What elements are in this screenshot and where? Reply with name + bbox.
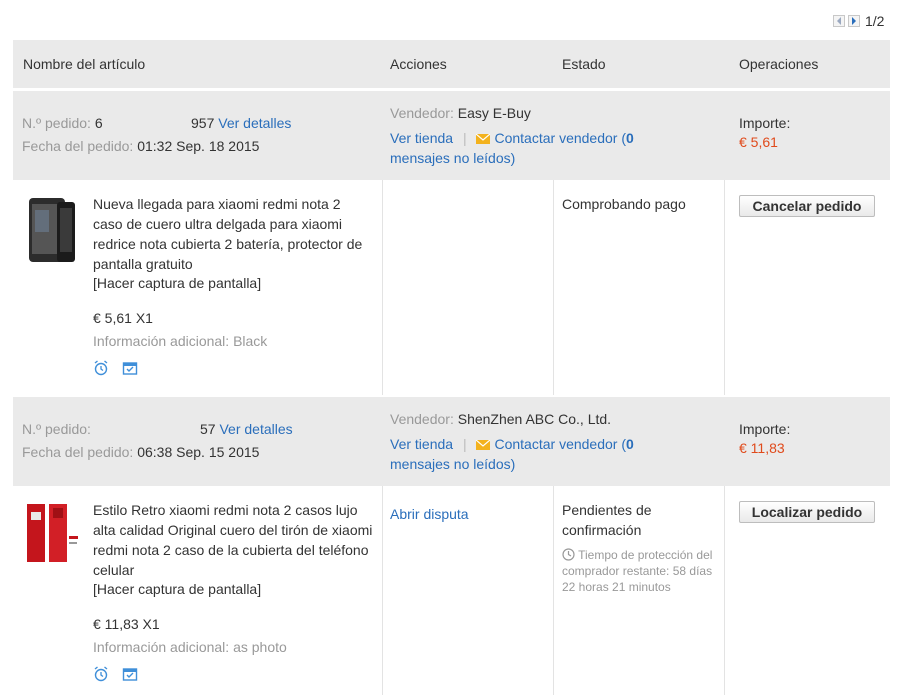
separator: | <box>462 130 467 146</box>
amount-label: Importe: <box>739 115 791 131</box>
amount-value: € 5,61 <box>739 134 778 150</box>
open-dispute-link[interactable]: Abrir disputa <box>390 506 469 522</box>
calendar-icon[interactable] <box>122 666 138 682</box>
item-price: € 11,83 X1 <box>93 616 160 632</box>
table-header: Nombre del artículo Acciones Estado Oper… <box>13 40 890 88</box>
product-title[interactable]: Nueva llegada para xiaomi redmi nota 2 c… <box>93 194 373 274</box>
unread-messages-link[interactable]: mensajes no leídos) <box>390 456 515 472</box>
pagination: 1/2 <box>833 12 884 30</box>
header-actions: Acciones <box>390 56 447 72</box>
alarm-clock-icon[interactable] <box>93 666 109 682</box>
order-header: N.º pedido: 6 957 Ver detalles Fecha del… <box>13 91 890 180</box>
alarm-clock-icon[interactable] <box>93 360 109 376</box>
order-status: Comprobando pago <box>562 196 686 212</box>
snapshot-link[interactable]: [Hacer captura de pantalla] <box>93 581 261 597</box>
view-store-link[interactable]: Ver tienda <box>390 130 453 146</box>
order-date-label: Fecha del pedido: <box>22 138 134 154</box>
seller-name: Easy E-Buy <box>457 105 531 121</box>
contact-seller-text: Contactar vendedor ( <box>494 130 627 146</box>
envelope-icon <box>476 134 491 144</box>
buyer-protection-time: Tiempo de protección del comprador resta… <box>562 548 713 594</box>
cancel-order-button[interactable]: Cancelar pedido <box>739 195 875 217</box>
calendar-icon[interactable] <box>122 360 138 376</box>
unread-messages-link[interactable]: mensajes no leídos) <box>390 150 515 166</box>
view-details-link[interactable]: Ver detalles <box>218 115 291 131</box>
order-item-row: Estilo Retro xiaomi redmi nota 2 casos l… <box>13 486 890 695</box>
order-number-start: 6 <box>94 115 103 131</box>
product-title[interactable]: Estilo Retro xiaomi redmi nota 2 casos l… <box>93 500 373 580</box>
header-name: Nombre del artículo <box>23 56 146 72</box>
unread-count: 0 <box>626 436 634 452</box>
header-status: Estado <box>562 56 606 72</box>
view-details-link[interactable]: Ver detalles <box>219 421 292 437</box>
seller-label: Vendedor: <box>390 411 454 427</box>
clock-icon <box>562 548 575 561</box>
order-date: 06:38 Sep. 15 2015 <box>137 444 260 460</box>
item-price: € 5,61 X1 <box>93 310 153 326</box>
seller-name: ShenZhen ABC Co., Ltd. <box>457 411 612 427</box>
separator: | <box>462 436 467 452</box>
order-number-end: 57 <box>200 421 216 437</box>
order-date: 01:32 Sep. 18 2015 <box>137 138 260 154</box>
order-number-label: N.º pedido: <box>22 421 91 437</box>
envelope-icon <box>476 440 491 450</box>
product-image[interactable] <box>25 502 79 568</box>
header-operations: Operaciones <box>739 56 819 72</box>
order-date-label: Fecha del pedido: <box>22 444 134 460</box>
view-store-link[interactable]: Ver tienda <box>390 436 453 452</box>
order-number-end: 957 <box>191 115 215 131</box>
snapshot-link[interactable]: [Hacer captura de pantalla] <box>93 275 261 291</box>
extra-info: Información adicional: as photo <box>93 639 287 655</box>
product-image[interactable] <box>27 196 77 266</box>
extra-info: Información adicional: Black <box>93 333 268 349</box>
seller-label: Vendedor: <box>390 105 454 121</box>
track-order-button[interactable]: Localizar pedido <box>739 501 875 523</box>
amount-label: Importe: <box>739 421 791 437</box>
contact-seller-link[interactable]: Contactar vendedor (0 <box>494 436 633 452</box>
amount-value: € 11,83 <box>739 440 785 456</box>
chevron-right-icon[interactable] <box>848 15 860 27</box>
order-number-label: N.º pedido: <box>22 115 91 131</box>
order-header: N.º pedido: 57 Ver detalles Fecha del pe… <box>13 397 890 486</box>
chevron-left-icon[interactable] <box>833 15 845 27</box>
page-indicator: 1/2 <box>865 13 885 29</box>
unread-count: 0 <box>626 130 634 146</box>
contact-seller-text: Contactar vendedor ( <box>494 436 627 452</box>
contact-seller-link[interactable]: Contactar vendedor (0 <box>494 130 633 146</box>
order-item-row: Nueva llegada para xiaomi redmi nota 2 c… <box>13 180 890 395</box>
order-status: Pendientes de confirmación <box>562 502 652 538</box>
